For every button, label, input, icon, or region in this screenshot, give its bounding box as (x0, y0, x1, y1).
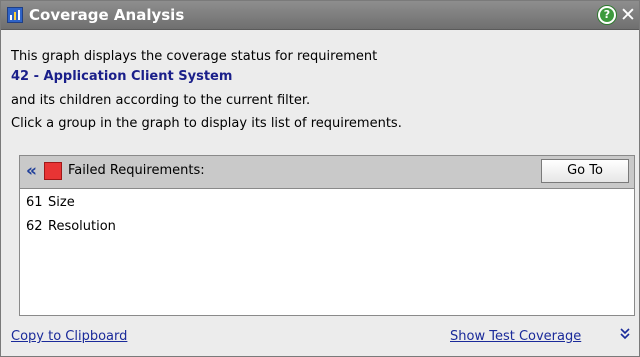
close-icon[interactable]: ✕ (619, 4, 637, 26)
window-title: Coverage Analysis (29, 6, 185, 24)
requirement-id: 61 (26, 195, 43, 210)
help-glyph: ? (600, 8, 614, 22)
requirement-label: Resolution (48, 219, 116, 234)
requirements-list-box: « Failed Requirements: Go To 61 Size 62 Re… (19, 155, 635, 316)
double-chevron-down-icon[interactable] (618, 327, 632, 347)
bar-chart-icon (7, 7, 23, 23)
copy-to-clipboard-link[interactable]: Copy to Clipboard (11, 328, 127, 346)
description-line: and its children according to the curren… (11, 93, 311, 108)
list-item[interactable]: 62 Resolution (26, 218, 116, 236)
go-to-button[interactable]: Go To (541, 159, 629, 183)
requirement-label: Size (48, 195, 75, 210)
requirement-name: 42 - Application Client System (11, 69, 233, 84)
list-item[interactable]: 61 Size (26, 194, 75, 212)
description-line: Click a group in the graph to display it… (11, 116, 402, 131)
coverage-analysis-panel: Coverage Analysis ? ✕ This graph display… (0, 0, 640, 357)
list-header: « Failed Requirements: Go To (20, 156, 634, 189)
list-title: Failed Requirements: (68, 163, 205, 178)
title-bar: Coverage Analysis ? ✕ (1, 1, 639, 30)
description-line: This graph displays the coverage status … (11, 49, 378, 64)
show-test-coverage-link[interactable]: Show Test Coverage (450, 328, 581, 346)
requirement-id: 62 (26, 219, 43, 234)
collapse-icon[interactable]: « (26, 160, 42, 182)
help-icon[interactable]: ? (597, 5, 617, 25)
failed-status-swatch (44, 162, 62, 180)
